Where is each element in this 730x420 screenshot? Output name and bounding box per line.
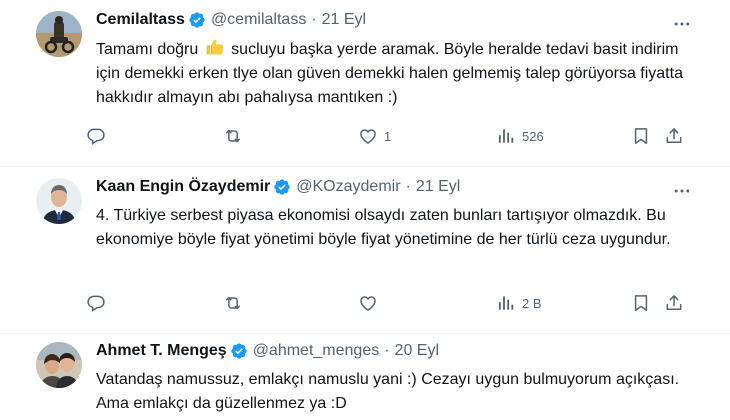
retweet-button[interactable] [223,122,249,150]
author-name[interactable]: Kaan Engin Özaydemir [96,178,270,196]
views-button[interactable]: 526 [496,122,544,150]
share-button[interactable] [664,122,684,150]
reply-button[interactable] [86,289,112,317]
reply-button[interactable] [86,122,112,150]
thumbs-up-icon [206,39,223,55]
tweet[interactable]: Ahmet T. Mengeş @ahmet_menges · 20 Eyl V… [0,334,730,420]
tweet-text: Vatandaş namussuz, emlakçı namuslu yani … [96,371,680,412]
separator: · [384,342,390,359]
like-icon [358,293,378,313]
avatar[interactable] [36,178,82,224]
tweet-date[interactable]: 20 Eyl [395,342,439,360]
like-count: 1 [384,128,392,144]
bookmark-icon [631,126,651,146]
tweet[interactable]: Cemilaltass @cemilaltass · 21 Eyl Tamamı… [0,0,730,167]
views-count: 526 [522,128,544,144]
avatar-image-icon [36,11,82,57]
avatar-image-icon [36,178,82,224]
tweet-text: Tamamı doğru sucluyu başka yerde aramak.… [96,37,696,110]
more-icon[interactable] [672,14,692,34]
verified-badge-icon [230,342,248,360]
share-icon [664,126,684,146]
tweet-actions: 1 526 [86,122,686,150]
tweet-text: 4. Türkiye serbest piyasa ekonomisi olsa… [96,207,671,248]
avatar[interactable] [36,11,82,57]
more-icon[interactable] [672,181,692,201]
avatar[interactable] [36,342,82,388]
bookmark-button[interactable] [631,289,651,317]
tweet-date[interactable]: 21 Eyl [322,11,366,29]
retweet-button[interactable] [223,289,249,317]
author-handle[interactable]: @cemilaltass [211,11,306,29]
separator: · [311,11,317,28]
share-button[interactable] [664,289,684,317]
tweet-actions: 2 B [86,289,686,317]
author-name[interactable]: Cemilaltass [96,11,185,29]
share-icon [664,293,684,313]
tweet-header: Cemilaltass @cemilaltass · 21 Eyl [96,11,366,29]
tweet[interactable]: Kaan Engin Özaydemir @KOzaydemir · 21 Ey… [0,167,730,334]
author-handle[interactable]: @KOzaydemir [296,178,400,196]
views-icon [496,293,516,313]
reply-icon [86,293,106,313]
views-count: 2 B [522,295,542,311]
retweet-icon [223,293,243,313]
separator: · [405,178,411,195]
tweet-header: Ahmet T. Mengeş @ahmet_menges · 20 Eyl [96,342,439,360]
like-button[interactable] [358,289,384,317]
verified-badge-icon [273,178,291,196]
verified-badge-icon [188,11,206,29]
like-button[interactable]: 1 [358,122,391,150]
like-icon [358,126,378,146]
views-icon [496,126,516,146]
author-name[interactable]: Ahmet T. Mengeş [96,342,227,360]
views-button[interactable]: 2 B [496,289,542,317]
author-handle[interactable]: @ahmet_menges [253,342,380,360]
retweet-icon [223,126,243,146]
reply-icon [86,126,106,146]
tweet-text-part: Tamamı doğru [96,41,199,58]
tweet-date[interactable]: 21 Eyl [416,178,460,196]
bookmark-button[interactable] [631,122,651,150]
bookmark-icon [631,293,651,313]
avatar-image-icon [36,342,82,388]
tweet-header: Kaan Engin Özaydemir @KOzaydemir · 21 Ey… [96,178,460,196]
